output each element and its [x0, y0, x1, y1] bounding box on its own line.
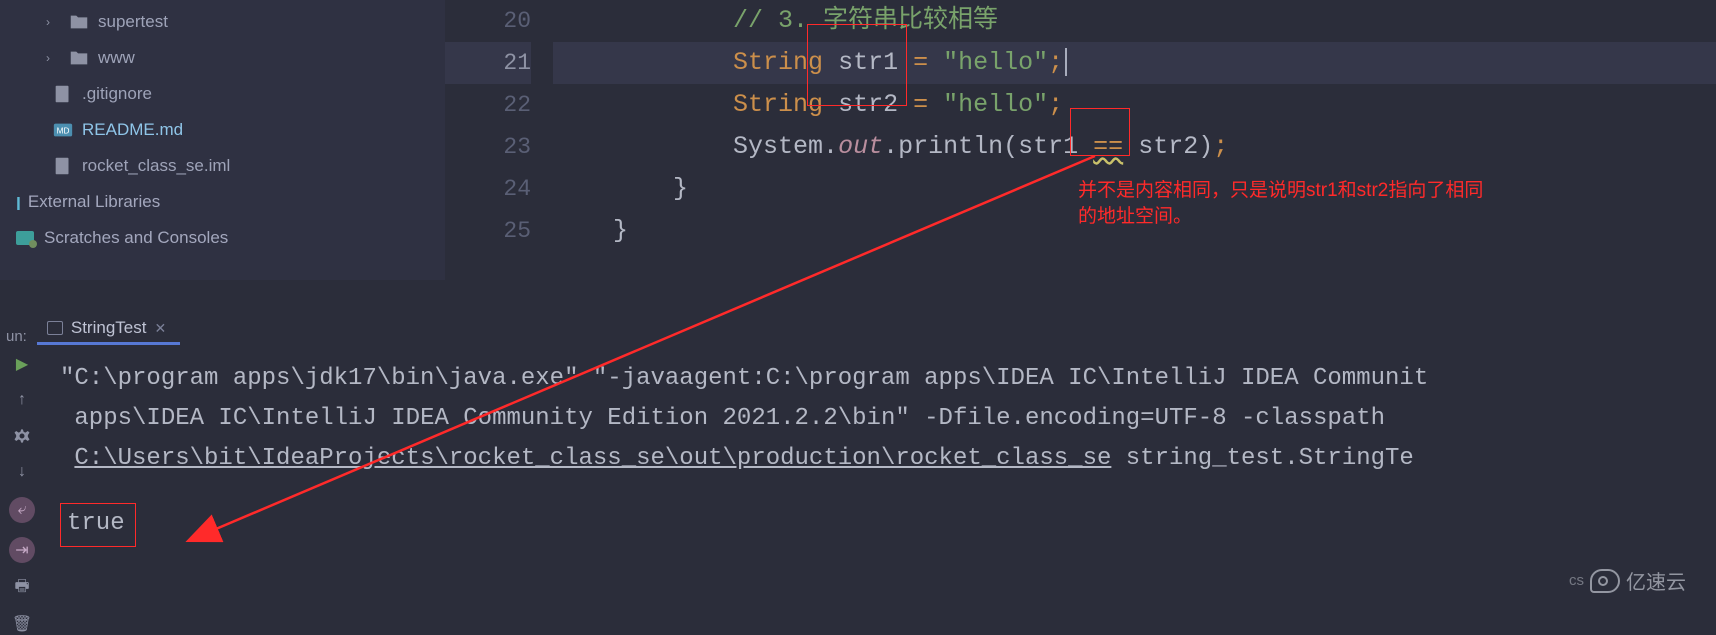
tree-label: README.md — [82, 120, 183, 140]
line-number: 22 — [445, 84, 531, 126]
run-label: un: — [6, 328, 27, 345]
trash-button[interactable]: 🗑 — [11, 613, 33, 635]
gitignore-icon — [52, 86, 74, 102]
line-number: 25 — [445, 210, 531, 252]
tree-label: Scratches and Consoles — [44, 228, 228, 248]
line-number: 20 — [445, 0, 531, 42]
code-line: String str1 = "hello"; — [553, 42, 1716, 84]
line-number: 24 — [445, 168, 531, 210]
line-number: 21 — [445, 42, 531, 84]
run-config-icon — [47, 321, 63, 335]
markdown-icon: MD — [52, 122, 74, 138]
cloud-logo-icon — [1590, 569, 1620, 593]
libraries-icon: ||| — [16, 194, 18, 210]
soft-wrap-button[interactable]: ⤶ — [9, 497, 35, 523]
run-tab-stringtest[interactable]: StringTest ✕ — [37, 312, 180, 345]
run-tabs: un: StringTest ✕ — [0, 303, 180, 345]
code-line: // 3. 字符串比较相等 — [553, 0, 1716, 42]
console-line: true — [60, 503, 1706, 547]
tree-label: .gitignore — [82, 84, 152, 104]
result-true: true — [60, 503, 136, 547]
external-libraries[interactable]: ||| External Libraries — [0, 184, 445, 220]
tree-item-readme[interactable]: MD README.md — [0, 112, 445, 148]
text-caret — [1065, 48, 1067, 76]
console-line: "C:\program apps\jdk17\bin\java.exe" "-j… — [60, 359, 1706, 399]
watermark: cs 亿速云 — [1569, 566, 1686, 595]
settings-button[interactable] — [11, 425, 33, 447]
code-line: System.out.println(str1 == str2); — [553, 126, 1716, 168]
run-panel: un: StringTest ✕ ▶ ↑ ↓ ⤶ ⇥ 🖶 🗑 "C:\progr… — [0, 303, 1716, 603]
tree-item-supertest[interactable]: › supertest — [0, 4, 445, 40]
scratches-icon — [16, 231, 34, 245]
svg-text:MD: MD — [57, 127, 70, 136]
scratches-consoles[interactable]: Scratches and Consoles — [0, 220, 445, 256]
up-button[interactable]: ↑ — [11, 389, 33, 411]
tree-label: rocket_class_se.iml — [82, 156, 230, 176]
folder-icon — [68, 14, 90, 30]
down-button[interactable]: ↓ — [11, 461, 33, 483]
tree-item-www[interactable]: › www — [0, 40, 445, 76]
tree-item-gitignore[interactable]: .gitignore — [0, 76, 445, 112]
run-tab-label: StringTest — [71, 318, 147, 338]
tree-item-iml[interactable]: rocket_class_se.iml — [0, 148, 445, 184]
iml-icon — [52, 158, 74, 174]
tree-label: External Libraries — [28, 192, 160, 212]
code-line: String str2 = "hello"; — [553, 84, 1716, 126]
tree-label: supertest — [98, 12, 168, 32]
chevron-right-icon: › — [46, 51, 62, 65]
line-number: 23 — [445, 126, 531, 168]
run-toolbar: ▶ ↑ ↓ ⤶ ⇥ 🖶 🗑 — [0, 353, 44, 635]
print-button[interactable]: 🖶 — [11, 577, 33, 599]
folder-icon — [68, 50, 90, 66]
tree-label: www — [98, 48, 135, 68]
annotation-text: 并不是内容相同，只是说明str1和str2指向了相同 的地址空间。 — [1078, 178, 1716, 230]
rerun-button[interactable]: ▶ — [11, 353, 33, 375]
console-line: C:\Users\bit\IdeaProjects\rocket_class_s… — [60, 439, 1706, 479]
console-line: apps\IDEA IC\IntelliJ IDEA Community Edi… — [60, 399, 1706, 439]
line-gutter: 20 21 22 23 24 25 — [445, 0, 553, 270]
close-icon[interactable]: ✕ — [154, 320, 166, 337]
console-output[interactable]: "C:\program apps\jdk17\bin\java.exe" "-j… — [60, 359, 1706, 547]
chevron-right-icon: › — [46, 15, 62, 29]
project-tree: › supertest › www .gitignore MD README.m… — [0, 0, 445, 280]
scroll-end-button[interactable]: ⇥ — [9, 537, 35, 563]
